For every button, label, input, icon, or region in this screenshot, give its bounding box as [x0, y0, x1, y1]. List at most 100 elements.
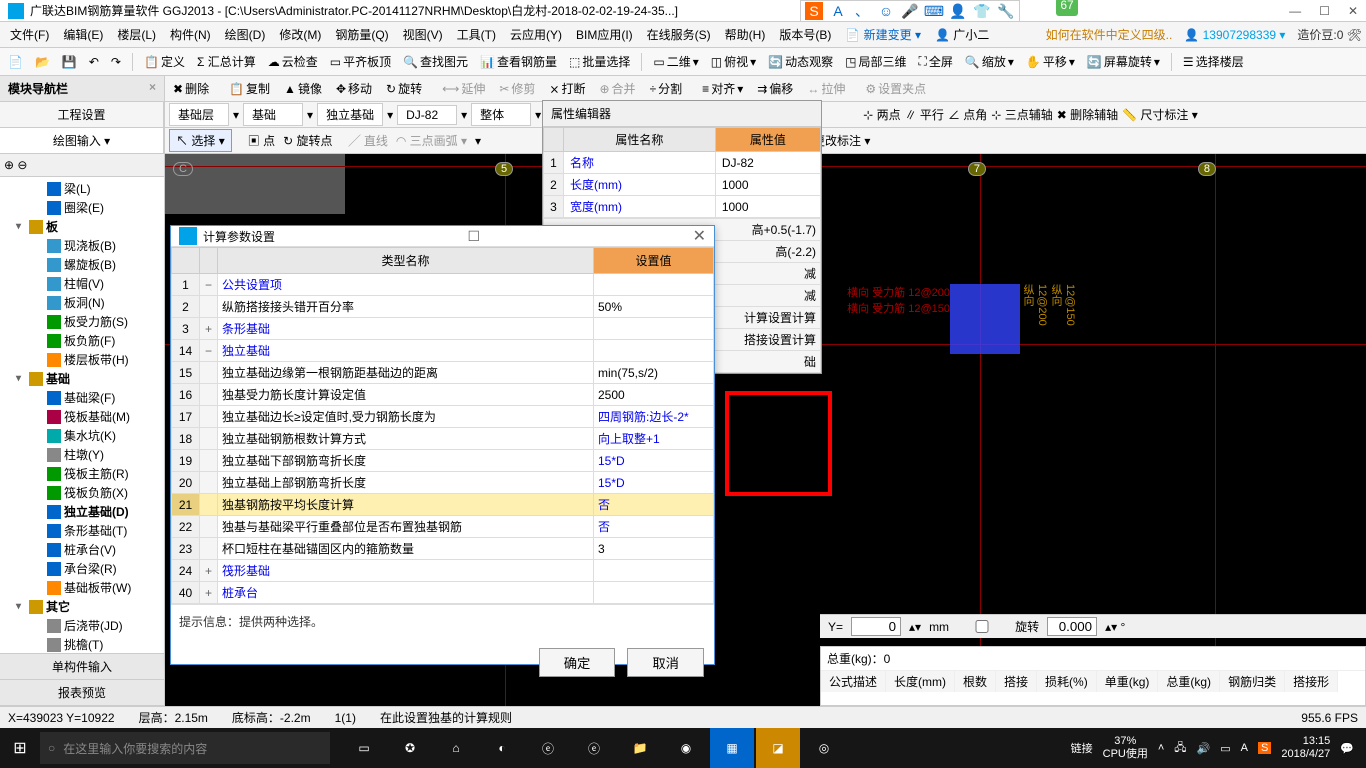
tree-node[interactable]: 基础板带(W) [2, 578, 162, 597]
ime-mic-icon[interactable]: 🎤 [901, 2, 919, 20]
sel-point[interactable]: ▣ 点 [248, 132, 275, 149]
tree-node[interactable]: 桩承台(V) [2, 540, 162, 559]
dlg-row[interactable]: 22 独基与基础梁平行重叠部位是否布置独基钢筋否 [172, 516, 714, 538]
taskbar-app-2[interactable]: ⌂ [434, 728, 478, 768]
sel-select[interactable]: ↖ 选择 ▾ [169, 129, 232, 152]
ime-wrench-icon[interactable]: 🔧 [997, 2, 1015, 20]
vt-ptangle[interactable]: ∠ 点角 [948, 106, 987, 123]
dlg-row[interactable]: 24+筏形基础 [172, 560, 714, 582]
dlg-row[interactable]: 3+条形基础 [172, 318, 714, 340]
tray-a-icon[interactable]: A [1241, 742, 1248, 754]
dd-category[interactable]: 基础 [243, 103, 303, 126]
tree-expand-icon[interactable]: ⊕ [4, 158, 14, 172]
tray-flag-icon[interactable]: ▭ [1220, 742, 1230, 755]
tb-new[interactable]: 📄 [4, 53, 27, 71]
tree-node[interactable]: 柱帽(V) [2, 274, 162, 293]
tree-collapse-icon[interactable]: ⊖ [17, 158, 27, 172]
dd-scope[interactable]: 整体 [471, 103, 531, 126]
nav-close-icon[interactable]: × [149, 80, 156, 97]
taskbar-exp[interactable]: 📁 [618, 728, 662, 768]
tree-node[interactable]: ▾其它 [2, 597, 162, 616]
dlg-row[interactable]: 17 独立基础边长≥设定值时,受力钢筋长度为四周钢筋:边长-2* [172, 406, 714, 428]
tb-flat[interactable]: ▭ 平齐板顶 [326, 51, 395, 72]
tree-node[interactable]: 筏板主筋(R) [2, 464, 162, 483]
tree-node[interactable]: 筏板负筋(X) [2, 483, 162, 502]
dlg-row[interactable]: 15 独立基础边缘第一根钢筋距基础边的距离min(75,s/2) [172, 362, 714, 384]
et-move[interactable]: ✥ 移动 [332, 78, 376, 99]
tb-fullscreen[interactable]: ⛶ 全屏 [915, 51, 957, 72]
tb-top-view[interactable]: ◫ 俯视 ▾ [707, 51, 760, 72]
coin-label[interactable]: 造价豆:0 🛠 [1297, 26, 1362, 43]
tree-node[interactable]: 后浇带(JD) [2, 616, 162, 635]
tree-node[interactable]: 条形基础(T) [2, 521, 162, 540]
et-split[interactable]: ÷ 分割 [646, 78, 687, 99]
dd-floor[interactable]: 基础层 [169, 103, 229, 126]
vt-del-aux[interactable]: ✖ 删除辅轴 [1057, 106, 1118, 123]
rot-check[interactable] [957, 620, 1007, 633]
max-button[interactable]: ☐ [1319, 4, 1330, 18]
ime-comma-icon[interactable]: 、 [853, 2, 871, 20]
tab-report-preview[interactable]: 报表预览 [0, 680, 164, 706]
vt-dim[interactable]: 📏 尺寸标注 ▾ [1122, 106, 1198, 123]
tree-node[interactable]: 梁(L) [2, 179, 162, 198]
taskbar-app-6[interactable]: ◪ [756, 728, 800, 768]
menu-component[interactable]: 构件(N) [164, 23, 217, 46]
ime-s-icon[interactable]: S [805, 2, 823, 20]
dlg-row[interactable]: 19 独立基础下部钢筋弯折长度15*D [172, 450, 714, 472]
taskbar-ie[interactable]: ⓔ [572, 728, 616, 768]
menu-view[interactable]: 视图(V) [397, 23, 449, 46]
tree-node[interactable]: 现浇板(B) [2, 236, 162, 255]
tb-undo[interactable]: ↶ [85, 53, 103, 71]
tray-s-icon[interactable]: S [1258, 742, 1271, 754]
dlg-row[interactable]: 40+桩承台 [172, 582, 714, 604]
foundation-obj[interactable]: 横向 受力筋 12@200 横向 受力筋 12@150 纵向 12@200 纵向… [847, 284, 1076, 354]
menu-rebar[interactable]: 钢筋量(Q) [329, 23, 394, 46]
tree-node[interactable]: 挑檐(T) [2, 635, 162, 653]
dlg-row[interactable]: 23 杯口短柱在基础锚固区内的箍筋数量3 [172, 538, 714, 560]
et-mirror[interactable]: ▲ 镜像 [280, 78, 326, 99]
tb-batch[interactable]: ⬚ 批量选择 [565, 51, 634, 72]
y-input[interactable] [851, 617, 901, 636]
tb-2d[interactable]: ▭ 二维 ▾ [649, 51, 702, 72]
ime-a-icon[interactable]: A [829, 2, 847, 20]
tray-link[interactable]: 链接 [1071, 740, 1093, 756]
dd-type[interactable]: 独立基础 [317, 103, 383, 126]
dlg-row[interactable]: 16 独基受力筋长度计算设定值2500 [172, 384, 714, 406]
ime-shirt-icon[interactable]: 👕 [973, 2, 991, 20]
et-rotate[interactable]: ↻ 旋转 [382, 78, 426, 99]
taskbar-app-3[interactable]: ◐ [480, 728, 524, 768]
tb-redo[interactable]: ↷ [107, 53, 125, 71]
menu-modify[interactable]: 修改(M) [273, 23, 327, 46]
dlg-row[interactable]: 2 纵筋搭接接头错开百分率50% [172, 296, 714, 318]
ime-smile-icon[interactable]: ☺ [877, 2, 895, 20]
tb-view-rebar[interactable]: 📊 查看钢筋量 [476, 51, 561, 72]
ime-toolbar[interactable]: S A 、 ☺ 🎤 ⌨ 👤 👕 🔧 [800, 0, 1020, 22]
dlg-row[interactable]: 14−独立基础 [172, 340, 714, 362]
sel-rotpt[interactable]: ↻ 旋转点 [283, 132, 332, 149]
tree-node[interactable]: ▾板 [2, 217, 162, 236]
tb-sum[interactable]: Σ 汇总计算 [193, 51, 260, 72]
tab-draw-input[interactable]: 绘图输入 ▾ [0, 128, 164, 153]
tab-single-input[interactable]: 单构件输入 [0, 654, 164, 680]
tree-node[interactable]: 圈梁(E) [2, 198, 162, 217]
dlg-row[interactable]: 21 独基钢筋按平均长度计算否 [172, 494, 714, 516]
menu-version[interactable]: 版本号(B) [773, 23, 837, 46]
tree-node[interactable]: 板洞(N) [2, 293, 162, 312]
menu-draw[interactable]: 绘图(D) [219, 23, 272, 46]
taskbar-edge[interactable]: ⓔ [526, 728, 570, 768]
login-id[interactable]: 👤 13907298339 ▾ [1184, 28, 1285, 42]
tree-node[interactable]: 板负筋(F) [2, 331, 162, 350]
taskbar-app-5[interactable]: ▦ [710, 728, 754, 768]
tree-node[interactable]: 楼层板带(H) [2, 350, 162, 369]
dlg-row[interactable]: 20 独立基础上部钢筋弯折长度15*D [172, 472, 714, 494]
tree-node[interactable]: 独立基础(D) [2, 502, 162, 521]
dialog-close-button[interactable]: ✕ [693, 226, 706, 246]
taskbar-app-7[interactable]: ◎ [802, 728, 846, 768]
vt-parallel[interactable]: ∥ 平行 [905, 106, 944, 123]
et-delete[interactable]: ✖ 删除 [169, 78, 213, 99]
tray-clock[interactable]: 13:152018/4/27 [1281, 735, 1330, 761]
taskbar-app-4[interactable]: ◉ [664, 728, 708, 768]
min-button[interactable]: — [1289, 4, 1301, 18]
tray-net-icon[interactable]: 🖧 [1174, 739, 1186, 758]
tree-node[interactable]: 基础梁(F) [2, 388, 162, 407]
